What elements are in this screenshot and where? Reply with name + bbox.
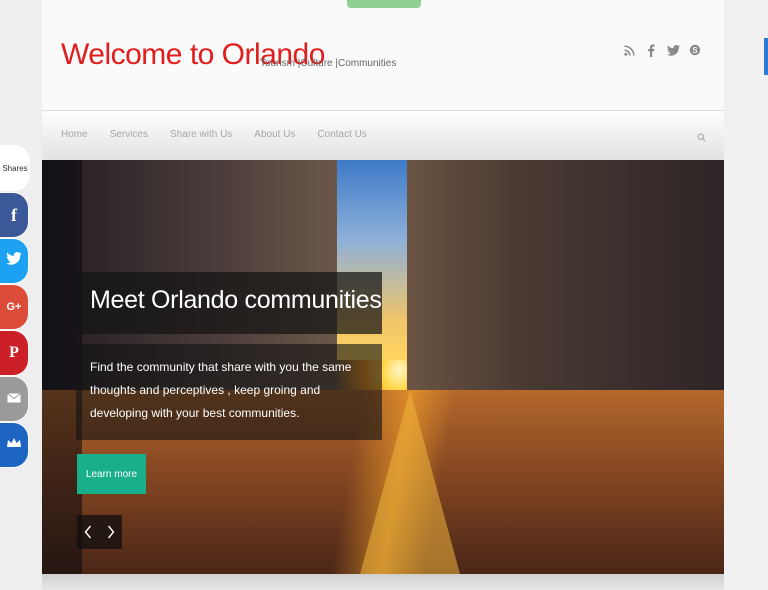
scroll-indicator[interactable]: [764, 38, 768, 75]
nav-item-share-with-us[interactable]: Share with Us: [170, 129, 232, 140]
svg-text:S: S: [692, 46, 698, 55]
nav-item-services[interactable]: Services: [110, 129, 148, 140]
slide-caption: Find the community that share with you t…: [90, 360, 352, 420]
site-tagline: Tourism |Culture |Communities: [260, 58, 397, 69]
share-google-plus-button[interactable]: G+: [0, 285, 28, 329]
skype-icon[interactable]: S: [688, 43, 702, 57]
shares-label: Shares: [0, 145, 30, 191]
search-icon[interactable]: [697, 129, 706, 147]
hero-slider: Meet Orlando communities Find the commun…: [42, 160, 724, 574]
right-gutter: [724, 0, 768, 590]
top-tab-indicator: [347, 0, 421, 8]
google-plus-icon: G+: [6, 301, 22, 313]
nav-item-about-us[interactable]: About Us: [254, 129, 295, 140]
share-facebook-button[interactable]: f: [0, 193, 28, 237]
email-icon: [7, 390, 21, 408]
social-links: S: [622, 43, 702, 57]
chevron-right-icon[interactable]: [107, 525, 115, 539]
pinterest-icon: P: [9, 344, 19, 361]
share-pinterest-button[interactable]: P: [0, 331, 28, 375]
share-twitter-button[interactable]: [0, 239, 28, 283]
share-sumome-button[interactable]: [0, 423, 28, 467]
facebook-icon: f: [11, 204, 17, 225]
chevron-left-icon[interactable]: [84, 525, 92, 539]
rss-icon[interactable]: [622, 43, 636, 57]
nav-menu: Home Services Share with Us About Us Con…: [61, 129, 389, 140]
crown-icon: [6, 436, 22, 454]
slide-caption-box: Find the community that share with you t…: [76, 344, 382, 440]
twitter-icon: [6, 252, 22, 270]
slide-title-box: Meet Orlando communities: [76, 272, 382, 334]
slide-title: Meet Orlando communities: [90, 286, 382, 314]
page-container: Welcome to Orlando Tourism |Culture |Com…: [42, 0, 724, 590]
nav-item-home[interactable]: Home: [61, 129, 88, 140]
twitter-icon[interactable]: [666, 43, 680, 57]
site-header: Welcome to Orlando Tourism |Culture |Com…: [42, 0, 724, 111]
nav-item-contact-us[interactable]: Contact Us: [317, 129, 366, 140]
main-navigation: Home Services Share with Us About Us Con…: [42, 111, 724, 160]
share-email-button[interactable]: [0, 377, 28, 421]
content-bottom-edge: [42, 574, 724, 590]
facebook-icon[interactable]: [644, 43, 658, 57]
share-sidebar: Shares f G+ P: [0, 145, 30, 467]
slider-controls: [77, 515, 122, 549]
learn-more-button[interactable]: Learn more: [77, 454, 146, 494]
